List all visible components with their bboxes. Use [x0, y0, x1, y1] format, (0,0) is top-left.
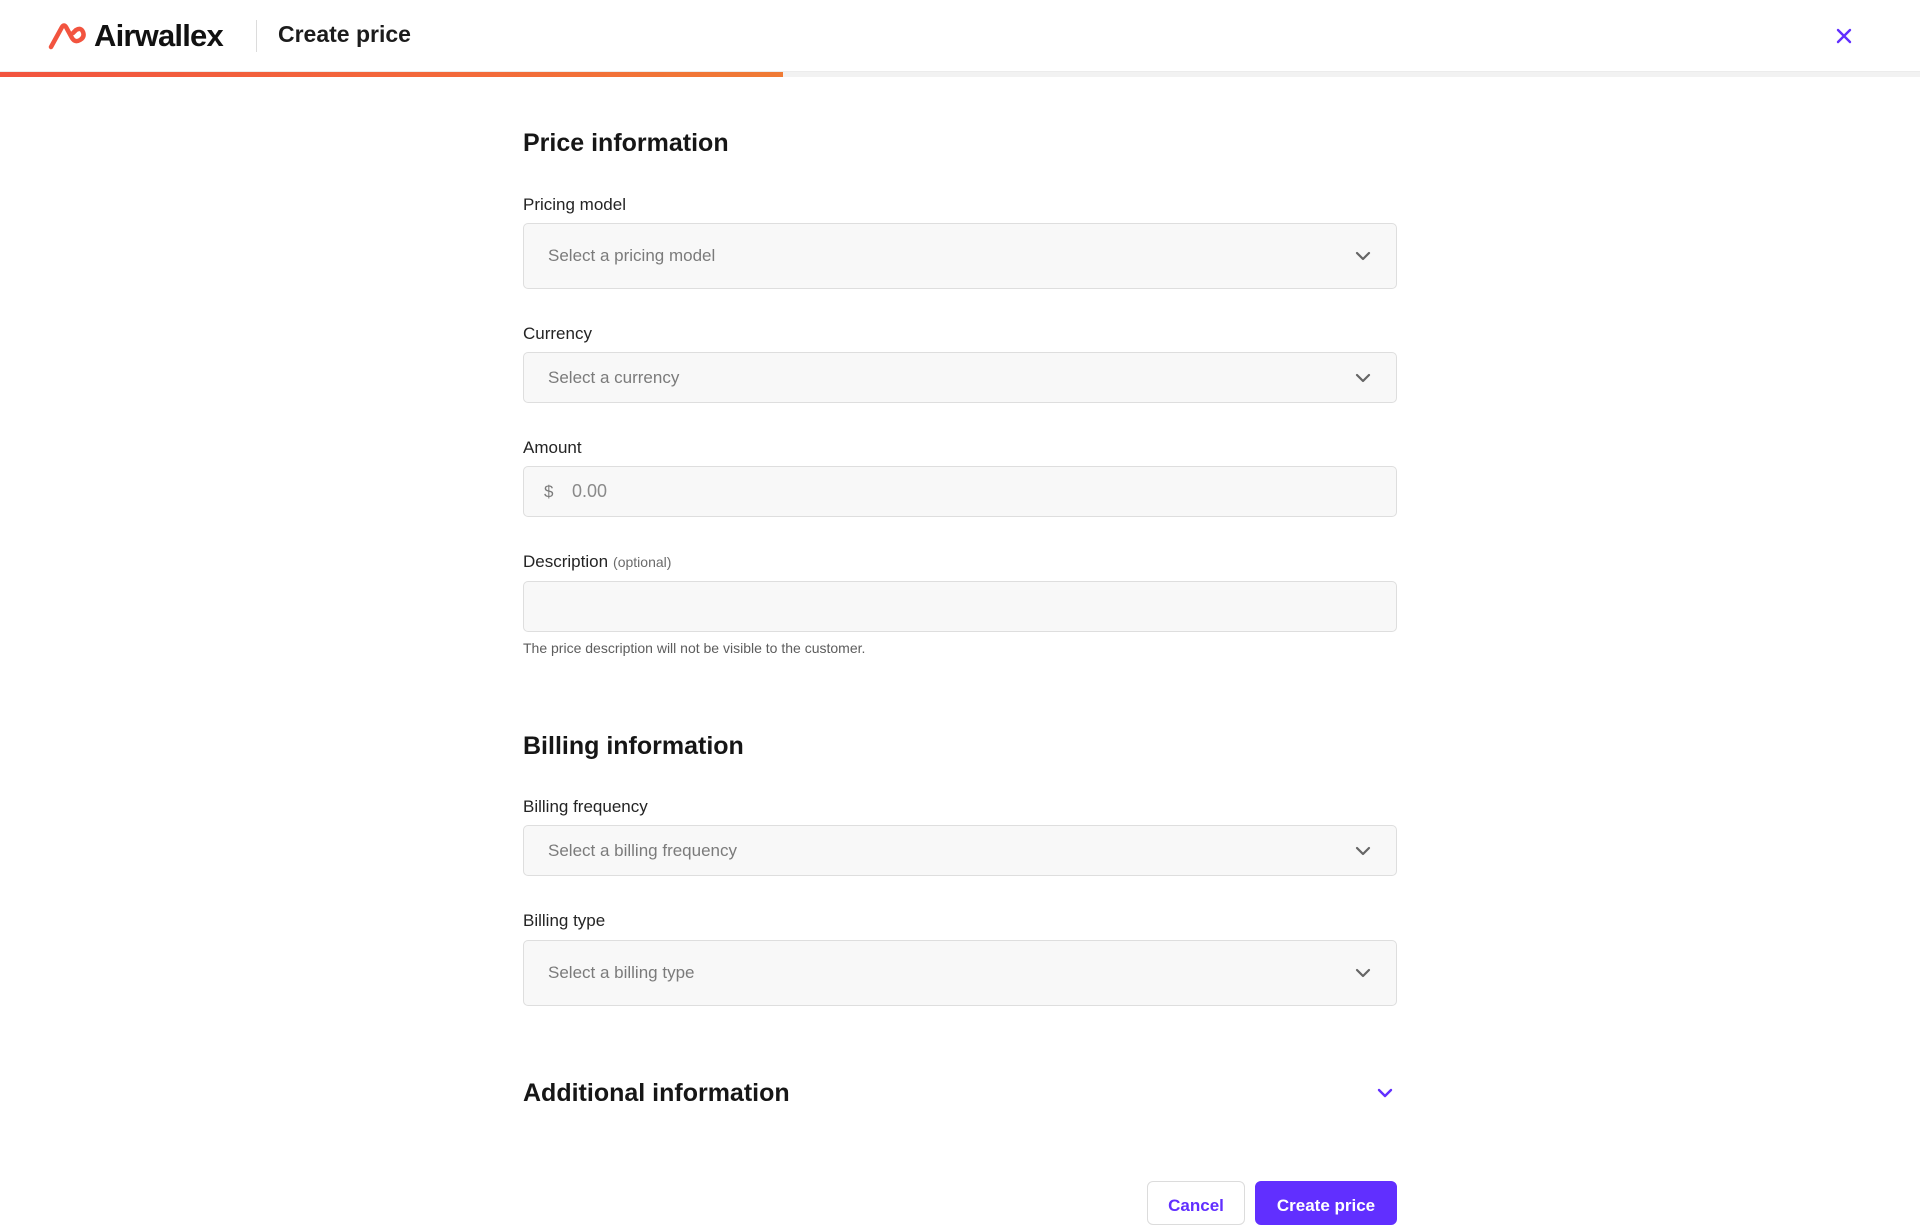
billing-information-heading: Billing information [523, 732, 744, 760]
close-button[interactable] [1830, 22, 1858, 50]
price-information-heading: Price information [523, 129, 729, 157]
billing-frequency-placeholder: Select a billing frequency [548, 840, 738, 860]
chevron-down-icon [1355, 968, 1371, 978]
chevron-down-icon [1355, 251, 1371, 261]
amount-input[interactable] [570, 467, 1350, 516]
currency-select[interactable]: Select a currency [523, 352, 1397, 403]
currency-label: Currency [523, 324, 592, 343]
additional-information-heading[interactable]: Additional information [523, 1079, 790, 1108]
billing-frequency-label: Billing frequency [523, 797, 648, 816]
description-help-text: The price description will not be visibl… [523, 640, 866, 656]
description-label: Description (optional) [523, 552, 671, 572]
description-label-text: Description [523, 552, 609, 571]
top-header: Airwallex Create price [0, 0, 1920, 72]
cancel-button[interactable]: Cancel [1147, 1181, 1245, 1225]
currency-placeholder: Select a currency [548, 367, 680, 387]
progress-fill [0, 72, 784, 77]
chevron-down-icon [1355, 373, 1371, 382]
billing-type-label: Billing type [523, 911, 606, 930]
pricing-model-label: Pricing model [523, 195, 626, 214]
pricing-model-select[interactable]: Select a pricing model [523, 223, 1397, 289]
billing-frequency-select[interactable]: Select a billing frequency [523, 825, 1397, 876]
pricing-model-placeholder: Select a pricing model [548, 246, 716, 265]
optional-tag: (optional) [613, 554, 672, 570]
chevron-down-icon [1377, 1088, 1393, 1098]
chevron-down-icon [1355, 846, 1371, 855]
currency-symbol: $ [544, 481, 554, 501]
page-title: Create price [278, 21, 411, 47]
brand-logo: Airwallex [48, 18, 224, 54]
billing-type-select[interactable]: Select a billing type [523, 940, 1397, 1006]
billing-type-placeholder: Select a billing type [548, 963, 695, 982]
description-input[interactable] [524, 582, 1396, 631]
progress-bar [0, 72, 1920, 77]
additional-information-toggle[interactable] [1373, 1081, 1397, 1105]
amount-field[interactable]: $ [523, 466, 1397, 517]
header-divider [256, 20, 257, 52]
brand-name: Airwallex [94, 18, 224, 53]
create-price-button[interactable]: Create price [1255, 1181, 1397, 1225]
airwallex-logo-icon [48, 23, 86, 50]
description-field[interactable] [523, 581, 1397, 632]
close-icon [1836, 28, 1852, 44]
amount-label: Amount [523, 438, 582, 457]
